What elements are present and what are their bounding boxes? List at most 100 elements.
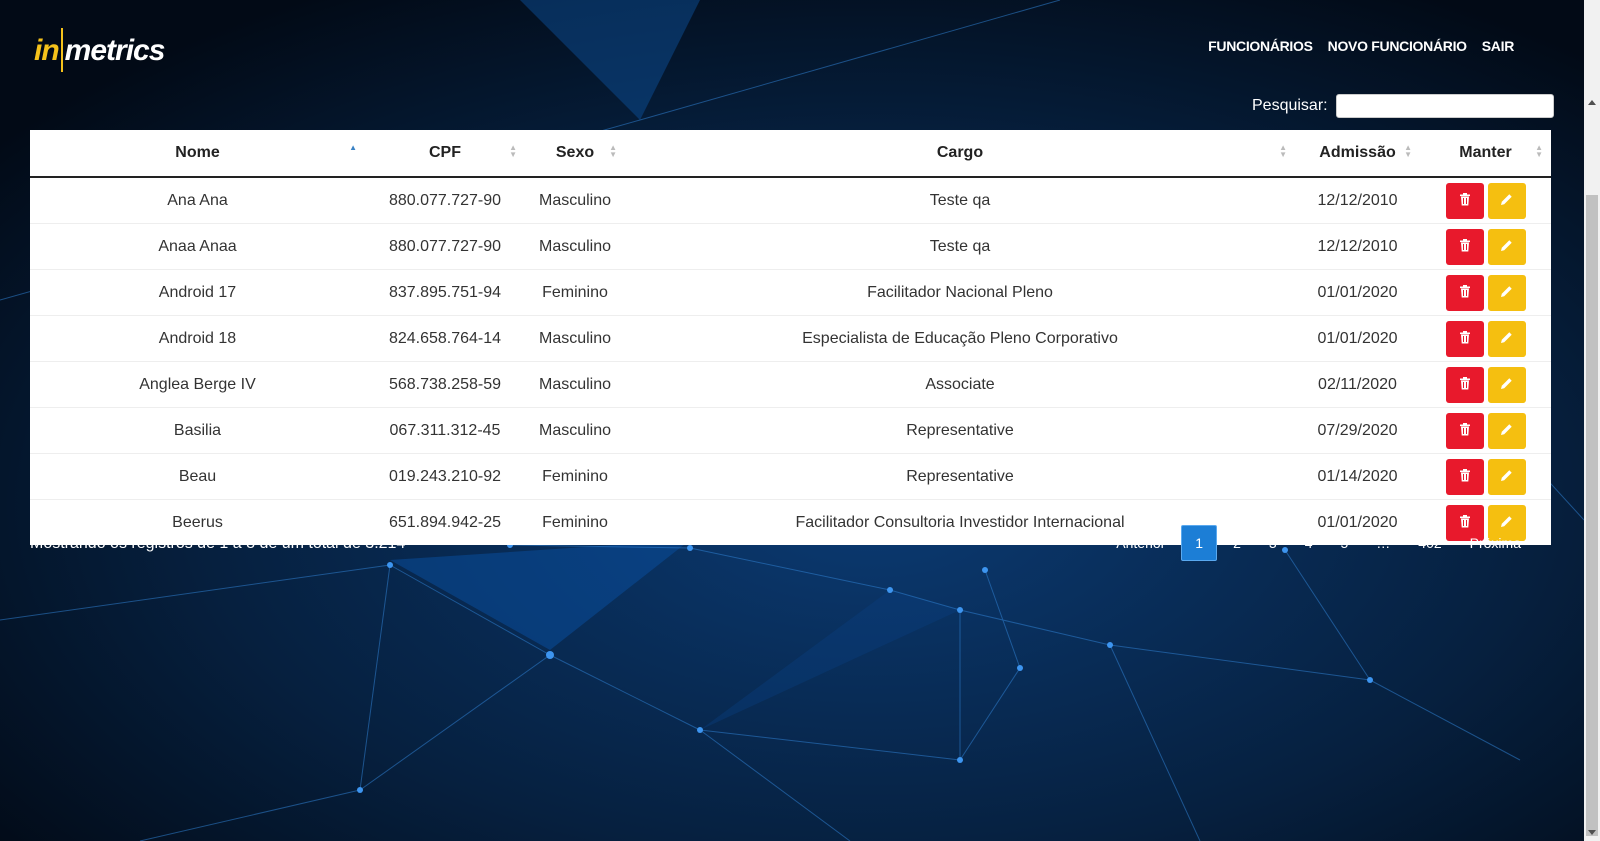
brand-logo[interactable]: in metrics xyxy=(34,28,165,76)
cell-actions xyxy=(1420,269,1551,316)
cell-cpf: 824.658.764-14 xyxy=(365,315,525,362)
scrollbar-thumb[interactable] xyxy=(1586,195,1598,836)
header-cargo[interactable]: Cargo ▲ ▼ xyxy=(625,130,1295,178)
pagination: Anterior 1 2 3 4 5 … 402 Próxima xyxy=(1102,525,1535,561)
delete-button[interactable] xyxy=(1445,274,1484,311)
cell-sexo: Masculino xyxy=(525,315,625,362)
header-cpf[interactable]: CPF ▲ ▼ xyxy=(365,130,525,178)
table-row: Ana Ana 880.077.727-90 Masculino Teste qa 12… xyxy=(30,177,1551,224)
cell-sexo: Feminino xyxy=(525,269,625,316)
cell-cargo: Associate xyxy=(625,361,1295,408)
cell-cpf: 019.243.210-92 xyxy=(365,453,525,500)
edit-button[interactable] xyxy=(1487,228,1526,265)
table-row: Anaa Anaa 880.077.727-90 Masculino Teste qa… xyxy=(30,223,1551,270)
header-manter-label: Manter xyxy=(1459,144,1512,161)
logo-divider xyxy=(60,28,63,72)
cell-actions xyxy=(1420,407,1551,454)
cell-nome: Anaa Anaa xyxy=(30,223,365,270)
edit-button[interactable] xyxy=(1487,182,1526,219)
delete-button[interactable] xyxy=(1445,458,1484,495)
trash-icon xyxy=(1459,238,1471,255)
header-sexo[interactable]: Sexo ▲ ▼ xyxy=(525,130,625,178)
sort-icon: ▲ ▼ xyxy=(609,143,617,159)
cell-admissao: 01/01/2020 xyxy=(1295,315,1420,362)
edit-button[interactable] xyxy=(1487,366,1526,403)
cell-cargo: Teste qa xyxy=(929,191,991,209)
sort-icon: ▲ ▼ xyxy=(1404,143,1412,159)
header-nome-label: Nome xyxy=(175,144,220,161)
pagination-previous[interactable]: Anterior xyxy=(1104,526,1177,560)
pagination-page[interactable]: 2 xyxy=(1221,526,1253,560)
cell-admissao: 07/29/2020 xyxy=(1295,407,1420,454)
edit-button[interactable] xyxy=(1487,274,1526,311)
cell-actions xyxy=(1420,453,1551,500)
sort-icon: ▲ ▼ xyxy=(1535,143,1543,159)
sort-icon: ▲ ▼ xyxy=(509,143,517,159)
sort-asc-icon: ▲ xyxy=(349,143,357,152)
top-nav: FUNCIONÁRIOS NOVO FUNCIONÁRIO SAIR xyxy=(1208,38,1514,54)
trash-icon xyxy=(1459,376,1471,393)
table-info: Mostrando os registros de 1 a 8 de um to… xyxy=(30,535,406,552)
pencil-icon xyxy=(1500,239,1513,255)
row-actions xyxy=(1421,228,1550,265)
cell-cpf: 880.077.727-90 xyxy=(388,191,502,209)
cell-nome: Basilia xyxy=(30,407,365,454)
header-cargo-label: Cargo xyxy=(936,144,984,161)
pagination-page[interactable]: 5 xyxy=(1328,526,1360,560)
delete-button[interactable] xyxy=(1445,182,1484,219)
edit-button[interactable] xyxy=(1487,320,1526,357)
row-actions xyxy=(1421,458,1550,495)
cell-admissao: 12/12/2010 xyxy=(1317,191,1398,209)
trash-icon xyxy=(1459,192,1471,209)
edit-button[interactable] xyxy=(1487,458,1526,495)
cell-sexo: Feminino xyxy=(525,453,625,500)
delete-button[interactable] xyxy=(1445,412,1484,449)
nav-funcionarios[interactable]: FUNCIONÁRIOS xyxy=(1208,38,1313,54)
trash-icon xyxy=(1459,468,1471,485)
pencil-icon xyxy=(1500,285,1513,301)
page-scrollbar[interactable] xyxy=(1584,0,1600,841)
cell-cpf: 837.895.751-94 xyxy=(365,269,525,316)
scroll-down-icon[interactable] xyxy=(1588,830,1596,835)
cell-sexo: Masculino xyxy=(525,407,625,454)
table-header-row: Nome ▲ CPF ▲ ▼ Sexo ▲ ▼ Cargo ▲ ▼ Admissão ▲ ▼ Ma… xyxy=(30,130,1551,178)
pencil-icon xyxy=(1500,193,1513,209)
delete-button[interactable] xyxy=(1445,228,1484,265)
cell-actions xyxy=(1420,177,1551,224)
table-row: Android 17 837.895.751-94 Feminino Facilita… xyxy=(30,269,1551,316)
delete-button[interactable] xyxy=(1445,320,1484,357)
cell-actions xyxy=(1420,223,1551,270)
cell-nome: Android 18 xyxy=(30,315,365,362)
pagination-page[interactable]: 3 xyxy=(1257,526,1289,560)
search-label: Pesquisar: xyxy=(1252,97,1328,114)
scroll-up-icon[interactable] xyxy=(1588,100,1596,105)
pencil-icon xyxy=(1500,423,1513,439)
cell-nome: Anglea Berge IV xyxy=(30,361,365,408)
pagination-page[interactable]: 4 xyxy=(1293,526,1325,560)
cell-nome: Ana Ana xyxy=(167,191,228,209)
header-admissao[interactable]: Admissão ▲ ▼ xyxy=(1295,130,1420,178)
pencil-icon xyxy=(1500,331,1513,347)
row-actions xyxy=(1421,412,1550,449)
cell-cargo: Representative xyxy=(625,453,1295,500)
cell-actions xyxy=(1420,361,1551,408)
pagination-page[interactable]: 1 xyxy=(1181,525,1218,561)
search-box: Pesquisar: xyxy=(1252,94,1554,118)
header-nome[interactable]: Nome ▲ xyxy=(30,130,365,178)
cell-admissao: 02/11/2020 xyxy=(1295,361,1420,408)
cell-sexo: Masculino xyxy=(525,223,625,270)
pagination-next[interactable]: Próxima xyxy=(1458,526,1533,560)
pagination-page[interactable]: 402 xyxy=(1406,526,1453,560)
nav-sair[interactable]: SAIR xyxy=(1482,38,1515,54)
header-manter[interactable]: Manter ▲ ▼ xyxy=(1420,130,1551,178)
search-input[interactable] xyxy=(1335,94,1554,118)
table-row: Basilia 067.311.312-45 Masculino Representa… xyxy=(30,407,1551,454)
pagination-ellipsis: … xyxy=(1376,535,1391,551)
nav-novo-funcionario[interactable]: NOVO FUNCIONÁRIO xyxy=(1328,38,1467,54)
cell-admissao: 12/12/2010 xyxy=(1295,223,1420,270)
edit-button[interactable] xyxy=(1487,412,1526,449)
header-admissao-label: Admissão xyxy=(1319,144,1396,161)
cell-cargo: Facilitador Nacional Pleno xyxy=(625,269,1295,316)
delete-button[interactable] xyxy=(1445,366,1484,403)
cell-admissao: 01/14/2020 xyxy=(1295,453,1420,500)
